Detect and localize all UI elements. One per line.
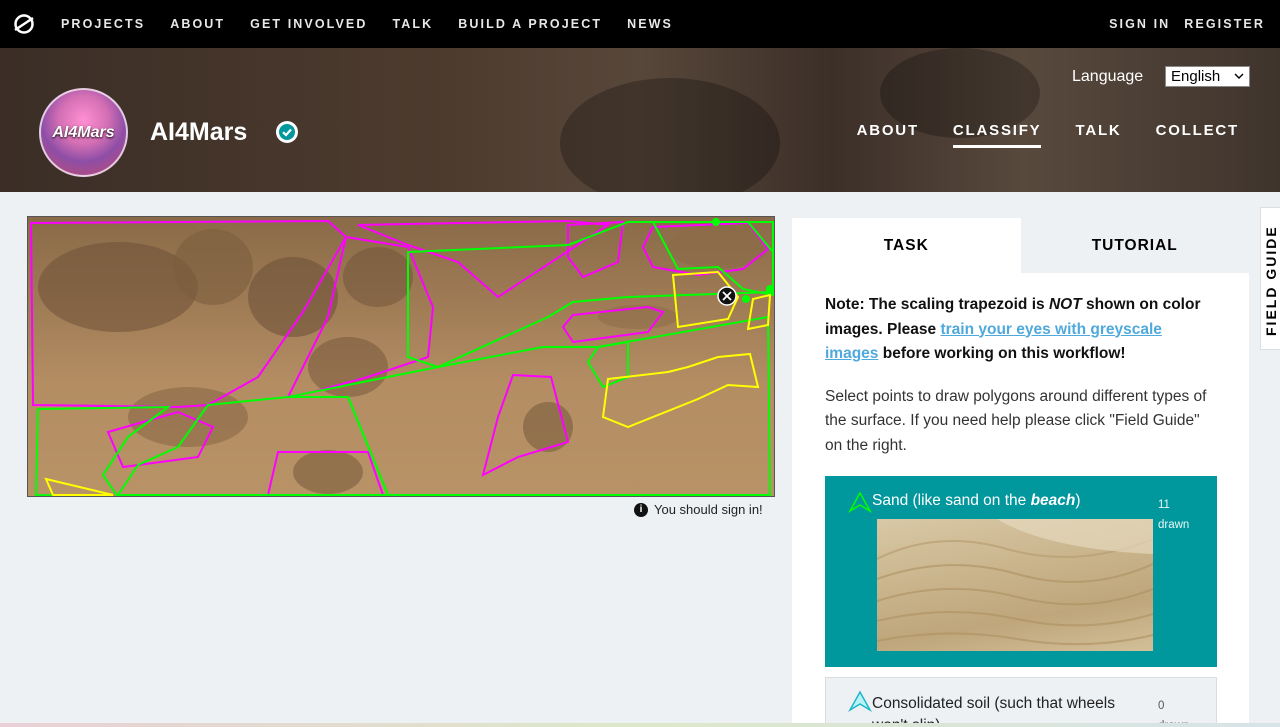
triangle-tool-icon: [848, 491, 872, 513]
info-icon: i: [634, 502, 648, 517]
answer-sand-count: 11 drawn: [1158, 495, 1208, 535]
tab-tutorial[interactable]: TUTORIAL: [1020, 218, 1249, 273]
note-text: Note: The scaling trapezoid is: [825, 296, 1049, 313]
terrain-rock: [523, 402, 573, 452]
project-nav: ABOUT CLASSIFY TALK COLLECT: [857, 122, 1239, 148]
project-header: AI4Mars AI4Mars Language English ABOUT C…: [0, 48, 1280, 192]
count-value: 0: [1158, 700, 1165, 712]
nav-get-involved[interactable]: GET INVOLVED: [250, 17, 367, 31]
nav-about[interactable]: ABOUT: [170, 17, 225, 31]
answer-label-text: Sand (like sand on the: [872, 492, 1031, 509]
sand-example-image: [877, 519, 1153, 651]
sign-in-notice-text: You should sign in!: [654, 502, 763, 517]
site-nav: PROJECTS ABOUT GET INVOLVED TALK BUILD A…: [0, 0, 1280, 48]
project-title[interactable]: AI4Mars: [150, 118, 247, 147]
project-nav-classify[interactable]: CLASSIFY: [952, 122, 1042, 148]
field-guide-tab[interactable]: FIELD GUIDE: [1260, 207, 1280, 350]
bottom-strip: [0, 723, 1280, 727]
terrain-rock: [38, 242, 198, 332]
project-nav-talk[interactable]: TALK: [1075, 122, 1121, 148]
zooniverse-logo-icon[interactable]: [0, 0, 48, 48]
count-value: 11: [1158, 499, 1170, 511]
rock-polygon[interactable]: [567, 220, 625, 279]
polygon-vertex-handle[interactable]: [742, 295, 750, 303]
yellow-polygon[interactable]: [44, 477, 114, 496]
sign-in-link[interactable]: SIGN IN: [1109, 17, 1170, 31]
task-tabs: TASK TUTORIAL: [792, 218, 1249, 273]
answer-label-text: ): [1075, 492, 1081, 509]
task-instructions: Select points to draw polygons around di…: [825, 387, 1207, 454]
verified-badge-icon: [276, 121, 298, 143]
field-guide-label: FIELD GUIDE: [1263, 225, 1279, 336]
project-nav-collect[interactable]: COLLECT: [1156, 122, 1239, 148]
triangle-tool-icon: [848, 690, 872, 712]
note-text: before working on this workflow!: [878, 345, 1126, 362]
note-emphasis: NOT: [1048, 296, 1082, 313]
project-nav-about[interactable]: ABOUT: [857, 122, 919, 148]
nav-news[interactable]: NEWS: [627, 17, 673, 31]
answer-consolidated-soil[interactable]: Consolidated soil (such that wheels won'…: [825, 677, 1217, 727]
language-label: Language: [1072, 68, 1144, 85]
terrain-rock: [173, 229, 253, 305]
task-panel: TASK TUTORIAL Note: The scaling trapezoi…: [792, 218, 1249, 727]
nav-projects[interactable]: PROJECTS: [61, 17, 145, 31]
answer-label-emphasis: beach: [1030, 492, 1076, 509]
polygon-vertex-handle[interactable]: [766, 285, 774, 293]
nav-build-a-project[interactable]: BUILD A PROJECT: [458, 17, 602, 31]
language-select[interactable]: English: [1165, 66, 1250, 87]
terrain-rock: [668, 225, 768, 269]
answer-sand[interactable]: Sand (like sand on the beach) 11 drawn: [825, 476, 1217, 667]
terrain-rock: [343, 247, 413, 307]
avatar-logo-text: AI4Mars: [52, 123, 115, 141]
count-unit: drawn: [1158, 519, 1190, 531]
language-selected: English: [1171, 68, 1221, 85]
yellow-polygon[interactable]: [601, 352, 760, 429]
sign-in-notice: i You should sign in!: [634, 502, 763, 517]
chevron-down-icon: [1234, 73, 1244, 79]
yellow-polygon[interactable]: [746, 293, 772, 331]
nav-talk[interactable]: TALK: [392, 17, 433, 31]
tab-task[interactable]: TASK: [792, 218, 1021, 273]
register-link[interactable]: REGISTER: [1184, 17, 1265, 31]
terrain-rock: [308, 337, 388, 397]
answer-sand-label: Sand (like sand on the beach): [872, 492, 1081, 510]
subject-image[interactable]: [27, 216, 775, 497]
delete-polygon-icon[interactable]: [717, 286, 737, 306]
project-avatar[interactable]: AI4Mars: [39, 88, 128, 177]
answer-consolidated-soil-label: Consolidated soil (such that wheels won'…: [872, 695, 1115, 727]
terrain-rock: [293, 450, 363, 494]
hero-background-rock: [560, 78, 780, 192]
polygon-vertex-handle[interactable]: [712, 218, 720, 226]
task-note: Note: The scaling trapezoid is NOT shown…: [825, 293, 1217, 367]
